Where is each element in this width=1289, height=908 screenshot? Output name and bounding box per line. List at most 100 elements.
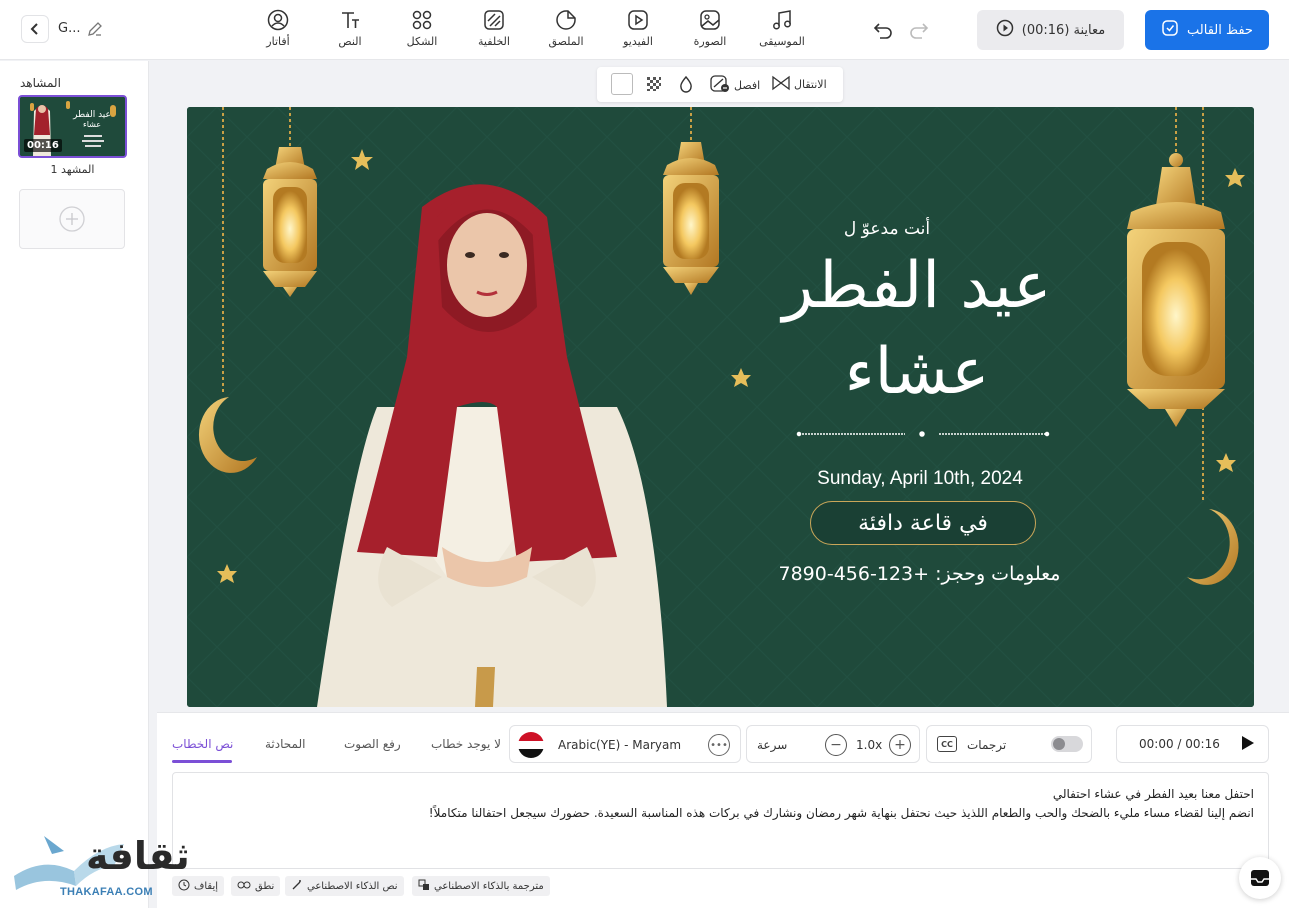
watermark-latin: THAKAFAA.COM xyxy=(60,886,153,898)
active-tab-indicator xyxy=(172,760,232,763)
plus-circle-icon xyxy=(59,206,85,232)
ai-script-chip[interactable]: نص الذكاء الاصطناعي xyxy=(285,876,404,896)
speed-increase-button[interactable]: + xyxy=(889,734,911,756)
scenes-panel: المشاهد عيد الفطر عشاء 00:16 المشهد 1 xyxy=(0,61,149,908)
avatar-icon xyxy=(266,8,290,32)
pronunciation-icon xyxy=(237,880,251,893)
ai-translate-chip[interactable]: مترجمة بالذكاء الاصطناعي xyxy=(412,876,550,896)
back-button[interactable] xyxy=(21,15,49,43)
translate-icon xyxy=(418,879,430,894)
sticker-icon xyxy=(554,8,578,32)
project-name[interactable]: G... xyxy=(58,21,80,36)
tool-label: الصورة xyxy=(693,35,727,48)
event-date[interactable]: Sunday, April 10th, 2024 xyxy=(770,468,1070,490)
scene-label: المشهد 1 xyxy=(50,163,95,176)
scene-thumbnail[interactable]: عيد الفطر عشاء 00:16 xyxy=(18,95,127,158)
playback-control[interactable]: 00:00 / 00:16 xyxy=(1116,725,1269,763)
info-text[interactable]: معلومات وحجز: +123-456-7890 xyxy=(747,563,1092,585)
tool-sticker[interactable]: الملصق xyxy=(531,8,601,54)
canvas-toolbar: الانتقال افصل xyxy=(597,67,843,102)
image-icon xyxy=(698,8,722,32)
split-icon xyxy=(710,75,730,96)
thumb-title: عيد الفطر xyxy=(72,110,111,120)
preview-button[interactable]: معاينة (00:16) xyxy=(977,10,1124,50)
save-icon xyxy=(1161,19,1179,41)
title-line-2[interactable]: عشاء xyxy=(697,331,1137,413)
voice-selector[interactable]: ••• Arabic(YE) - Maryam xyxy=(509,725,741,763)
split-button[interactable]: افصل xyxy=(710,75,760,96)
shape-icon xyxy=(410,8,434,32)
preview-label: معاينة (00:16) xyxy=(1021,22,1106,38)
chip-label: مترجمة بالذكاء الاصطناعي xyxy=(434,880,544,892)
pronunciation-chip[interactable]: نطق xyxy=(231,876,281,896)
yemen-flag-icon xyxy=(518,732,544,758)
video-canvas[interactable]: أنت مدعوّ ل عيد الفطر عشاء Sunday, April… xyxy=(187,107,1254,707)
redo-icon[interactable] xyxy=(908,20,930,40)
text-icon xyxy=(338,8,362,32)
chip-label: نطق xyxy=(255,880,275,892)
split-label: افصل xyxy=(734,79,761,92)
pencil-icon[interactable] xyxy=(86,20,104,38)
script-line: احتفل معنا بعيد الفطر في عشاء احتفالي xyxy=(1052,787,1254,801)
venue-text: في قاعة دافئة xyxy=(858,510,988,536)
captions-toggle[interactable] xyxy=(1051,736,1083,752)
inbox-icon xyxy=(1251,870,1269,886)
chevron-left-icon xyxy=(30,23,38,35)
background-icon xyxy=(482,8,506,32)
tool-video[interactable]: الفيديو xyxy=(603,8,673,54)
tool-text[interactable]: النص xyxy=(315,8,385,54)
undo-icon[interactable] xyxy=(872,20,894,40)
scene-duration: 00:16 xyxy=(24,139,62,152)
speed-decrease-button[interactable]: − xyxy=(825,734,847,756)
invite-text[interactable]: أنت مدعوّ ل xyxy=(747,219,1027,239)
tool-avatar[interactable]: أفاتار xyxy=(243,8,313,54)
tool-music[interactable]: الموسيقى xyxy=(747,8,817,54)
chat-support-button[interactable] xyxy=(1239,857,1281,899)
voice-name: Arabic(YE) - Maryam xyxy=(558,738,682,752)
tab-upload-audio[interactable]: رفع الصوت xyxy=(344,737,401,751)
tool-label: الفيديو xyxy=(623,35,653,48)
top-bar: G... أفاتار النص الشكل الخلفية الملصق ال… xyxy=(0,0,1289,60)
tool-image[interactable]: الصورة xyxy=(675,8,745,54)
speed-control: + 1.0x − سرعة xyxy=(746,725,920,763)
play-icon[interactable] xyxy=(1238,734,1256,755)
script-panel: 00:00 / 00:16 ترجمات CC + 1.0x − سرعة ••… xyxy=(157,712,1289,908)
add-scene-button[interactable] xyxy=(19,189,125,249)
scenes-title: المشاهد xyxy=(20,76,61,90)
transparency-button[interactable] xyxy=(645,75,663,96)
thumb-subtitle: عشاء xyxy=(83,120,101,129)
drop-icon xyxy=(679,75,693,96)
music-icon xyxy=(770,8,794,32)
speed-label: سرعة xyxy=(757,738,788,752)
transition-icon xyxy=(772,75,790,94)
tool-label: الشكل xyxy=(406,35,438,48)
lantern-left xyxy=(263,147,317,297)
color-swatch xyxy=(611,73,633,95)
tool-label: النص xyxy=(338,35,362,48)
tool-label: أفاتار xyxy=(266,35,290,48)
tool-label: الملصق xyxy=(548,35,584,48)
venue-pill[interactable]: في قاعة دافئة xyxy=(810,501,1036,545)
tab-speech-text[interactable]: نص الخطاب xyxy=(172,737,233,751)
tool-shape[interactable]: الشكل xyxy=(387,8,457,54)
script-textarea[interactable]: احتفل معنا بعيد الفطر في عشاء احتفالي ان… xyxy=(172,772,1269,869)
captions-label: ترجمات xyxy=(967,738,1007,752)
color-swatch-button[interactable] xyxy=(611,73,633,95)
tool-background[interactable]: الخلفية xyxy=(459,8,529,54)
cc-icon: CC xyxy=(937,736,957,752)
time-display: 00:00 / 00:16 xyxy=(1139,737,1220,751)
opacity-button[interactable] xyxy=(679,75,693,96)
tool-label: الموسيقى xyxy=(759,35,805,48)
magic-wand-icon xyxy=(291,879,303,894)
tab-conversation[interactable]: المحادثة xyxy=(265,737,305,751)
tab-no-speech[interactable]: لا يوجد خطاب xyxy=(431,737,501,751)
save-label: حفظ القالب xyxy=(1187,22,1253,38)
transition-button[interactable]: الانتقال xyxy=(772,75,827,94)
more-options-icon[interactable]: ••• xyxy=(708,734,730,756)
title-line-1[interactable]: عيد الفطر xyxy=(697,245,1137,327)
chip-label: إيقاف xyxy=(194,880,219,892)
transition-label: الانتقال xyxy=(794,78,827,91)
chip-label: نص الذكاء الاصطناعي xyxy=(307,880,398,892)
watermark-arabic: ثقافة xyxy=(86,834,190,878)
save-template-button[interactable]: حفظ القالب xyxy=(1145,10,1269,50)
